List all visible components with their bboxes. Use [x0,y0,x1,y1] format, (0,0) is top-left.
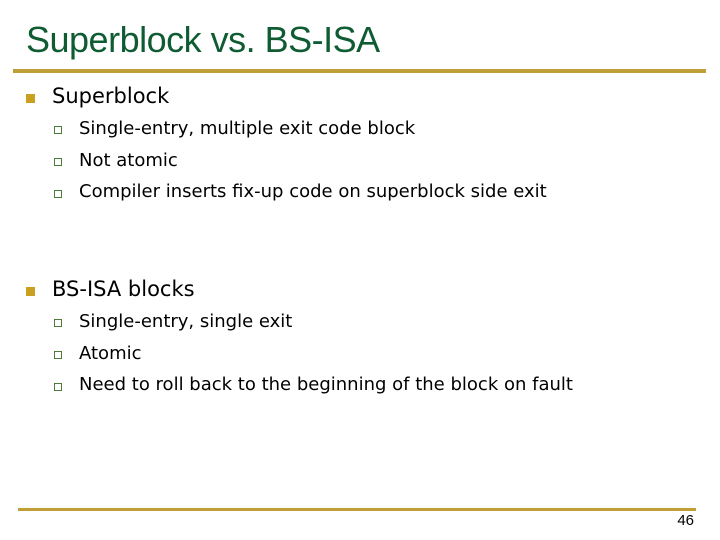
list-item: Compiler inserts fix-up code on superblo… [79,181,547,202]
page-number: 46 [677,512,694,529]
hollow-square-bullet-icon [54,158,62,166]
list-item: Need to roll back to the beginning of th… [79,374,573,395]
footer-divider [18,508,696,511]
list-item: Not atomic [79,150,178,171]
title-divider [13,69,706,73]
square-bullet-icon [26,287,35,296]
list-item: Single-entry, multiple exit code block [79,118,416,139]
hollow-square-bullet-icon [54,351,62,359]
list-item: Single-entry, single exit [79,311,293,332]
hollow-square-bullet-icon [54,190,62,198]
hollow-square-bullet-icon [54,383,62,391]
section-heading-superblock: Superblock [52,84,170,108]
list-item: Atomic [79,343,142,364]
hollow-square-bullet-icon [54,126,62,134]
section-heading-bs-isa: BS-ISA blocks [52,277,195,301]
square-bullet-icon [26,94,35,103]
hollow-square-bullet-icon [54,319,62,327]
slide-title: Superblock vs. BS-ISA [26,19,380,60]
